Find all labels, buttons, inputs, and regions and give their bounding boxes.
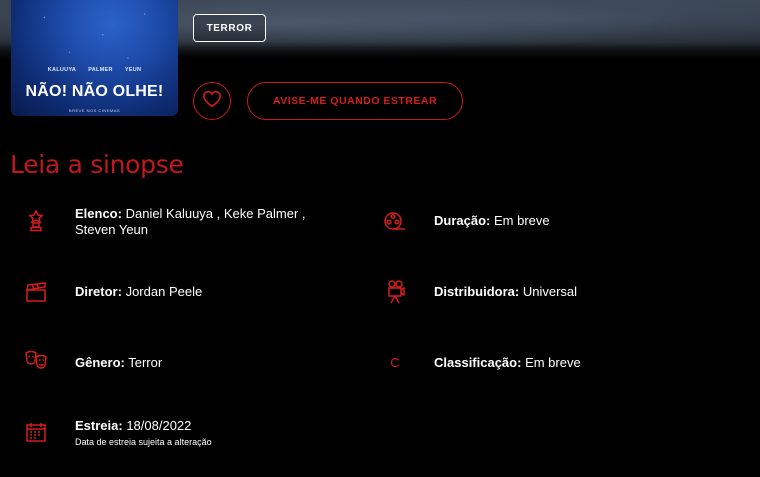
award-statue-icon [24, 209, 48, 233]
favorite-button[interactable] [193, 82, 231, 120]
genre-value: Terror [128, 355, 163, 370]
release-note: Data de estreia sujeita a alteração [75, 437, 212, 447]
poster-tagline: BREVE NOS CINEMAS [68, 108, 121, 113]
rating-c-icon: C [390, 354, 400, 370]
movie-poster: KALUUYA PALMER YEUN NÃO! NÃO OLHE! BREVE… [11, 0, 178, 116]
cast-info: Elenco: Daniel Kaluuya , Keke Palmer , S… [75, 206, 365, 238]
director-label: Diretor: [75, 284, 122, 299]
movie-camera-icon [384, 280, 408, 304]
poster-cast-name: PALMER [88, 67, 113, 73]
calendar-icon [24, 420, 48, 444]
theater-masks-icon [24, 349, 48, 373]
distributor-value: Universal [522, 284, 578, 299]
duration-label: Duração: [434, 213, 491, 228]
director-value: Jordan Peele [125, 284, 203, 299]
duration-info: Duração: Em breve [434, 213, 550, 229]
notify-release-button[interactable]: AVISE-ME QUANDO ESTREAR [247, 82, 463, 120]
distributor-label: Distribuidora: [434, 284, 520, 299]
duration-value: Em breve [493, 213, 550, 228]
genre-tag-button[interactable]: TERROR [193, 14, 266, 42]
cast-label: Elenco: [75, 206, 122, 221]
synopsis-heading[interactable]: Leia a sinopse [10, 150, 184, 179]
genre-label: Gênero: [75, 355, 125, 370]
distributor-info: Distribuidora: Universal [434, 284, 577, 300]
rating-value: Em breve [525, 355, 581, 370]
release-info: Estreia: 18/08/2022 Data de estreia suje… [75, 418, 212, 449]
poster-title: NÃO! NÃO OLHE! [25, 83, 164, 100]
cast-value-continued: Steven Yeun [75, 222, 149, 237]
cast-value: Daniel Kaluuya , Keke Palmer , [125, 206, 306, 221]
director-info: Diretor: Jordan Peele [75, 284, 202, 300]
poster-cast-name: YEUN [124, 67, 142, 73]
film-reel-icon [383, 209, 407, 233]
poster-cast: KALUUYA PALMER YEUN [11, 67, 178, 73]
release-value: 18/08/2022 [126, 418, 192, 433]
rating-info: Classificação: Em breve [434, 355, 581, 371]
heart-icon [202, 90, 222, 112]
genre-info: Gênero: Terror [75, 355, 162, 371]
poster-cast-name: KALUUYA [47, 67, 77, 73]
release-label: Estreia: [75, 418, 123, 433]
clapperboard-icon [24, 280, 48, 304]
rating-label: Classificação: [434, 355, 522, 370]
